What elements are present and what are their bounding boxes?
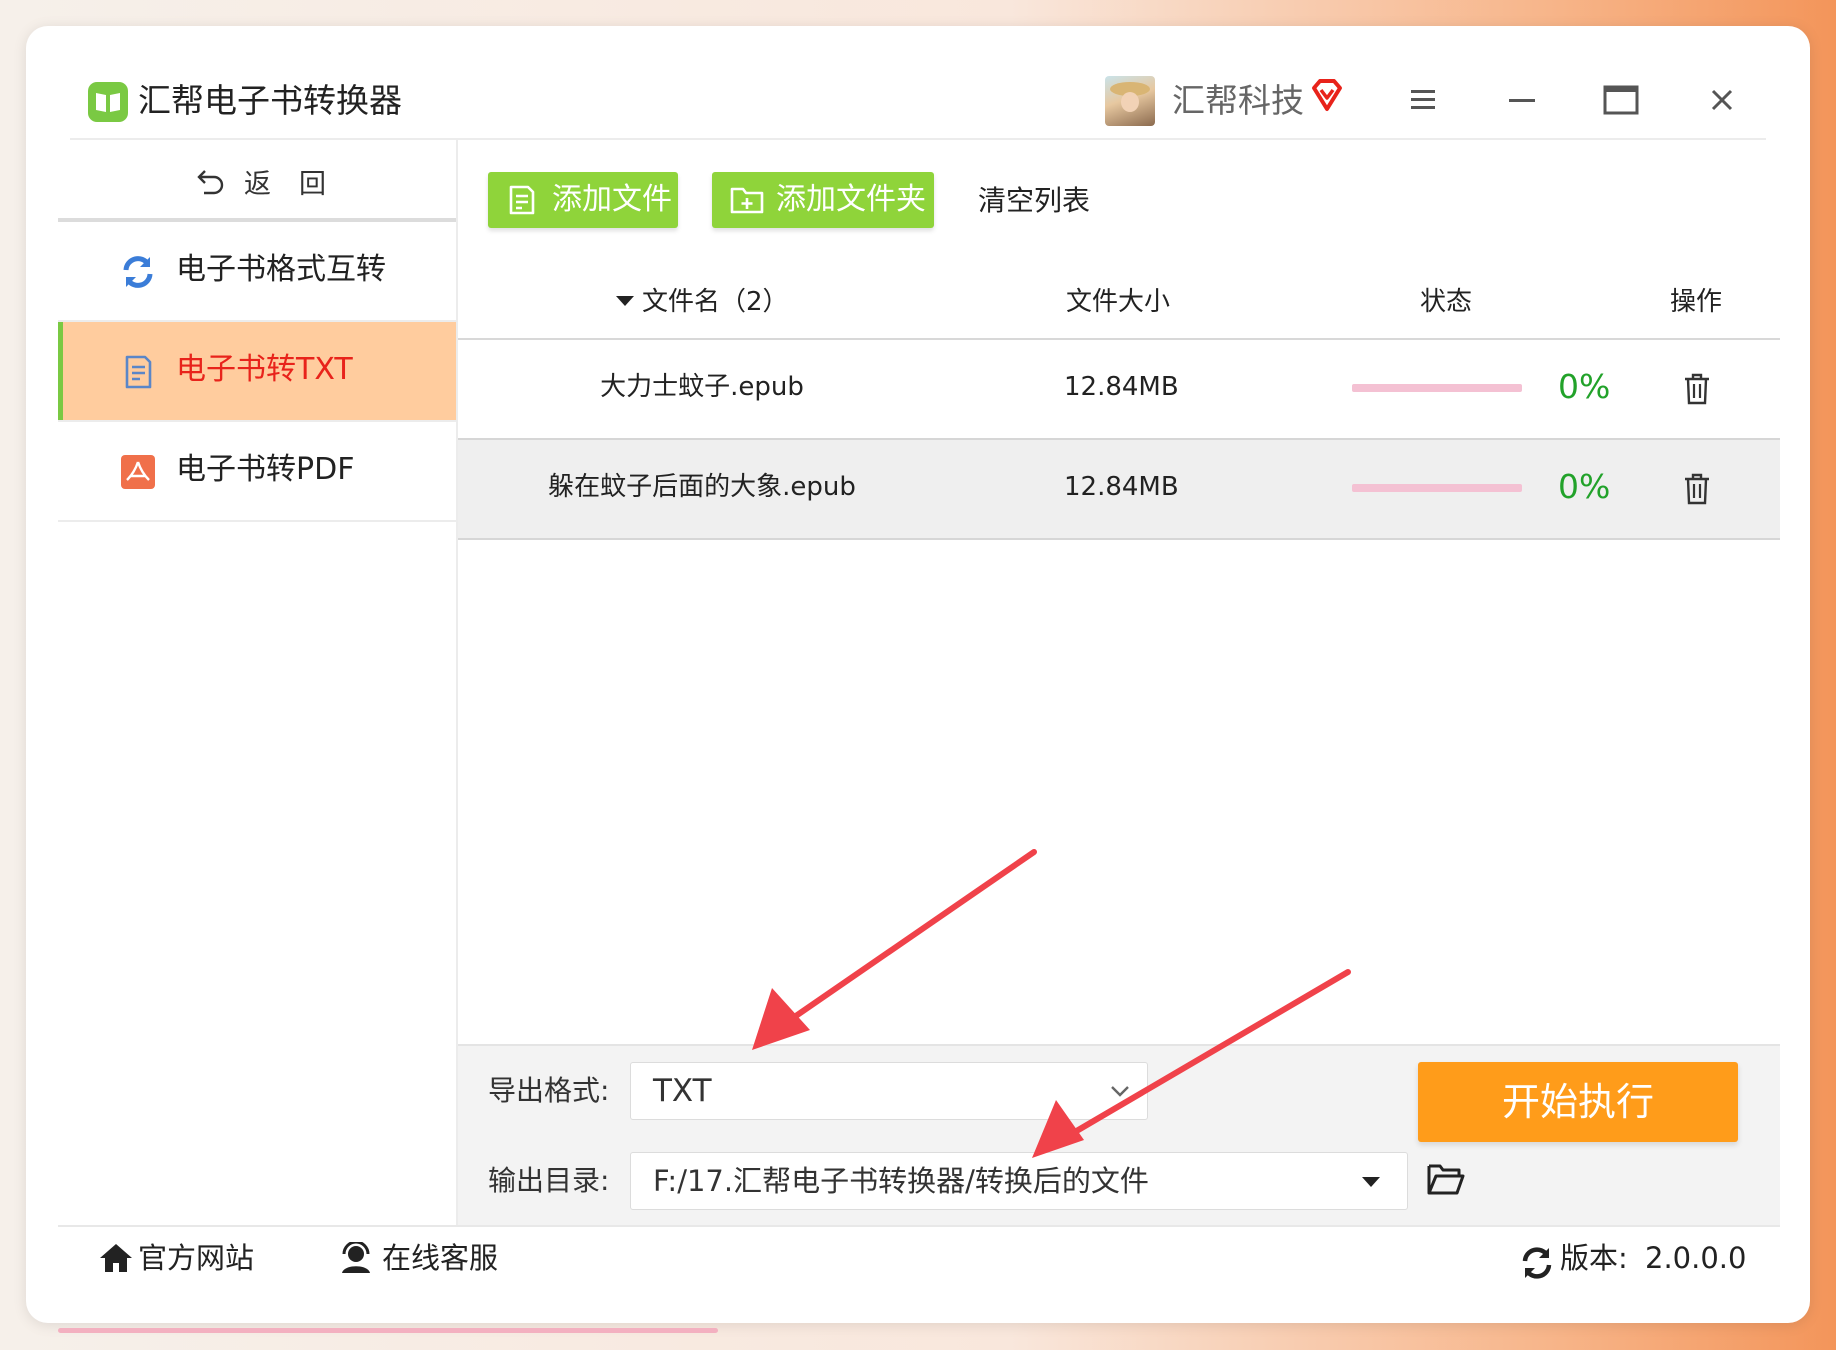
progress-bar (1352, 384, 1522, 392)
sidebar-item-to-txt[interactable]: 电子书转TXT (58, 322, 456, 422)
export-format-select[interactable]: TXT (630, 1062, 1148, 1120)
maximize-icon[interactable] (1596, 76, 1646, 124)
export-format-value: TXT (653, 1073, 712, 1109)
file-name: 大力士蚊子.epub (600, 372, 804, 402)
folder-open-icon[interactable] (1426, 1160, 1466, 1202)
add-file-label: 添加文件 (552, 182, 672, 217)
file-size: 12.84MB (1064, 372, 1179, 402)
output-dir-label: 输出目录: (488, 1164, 610, 1197)
support-label: 在线客服 (382, 1241, 499, 1275)
sidebar-item-label: 电子书格式互转 (176, 252, 386, 287)
table-row[interactable]: 大力士蚊子.epub 12.84MB 0% (458, 340, 1780, 440)
chevron-down-icon (1111, 1086, 1129, 1097)
sidebar-item-to-pdf[interactable]: 电子书转PDF (58, 422, 456, 522)
add-folder-button[interactable]: 添加文件夹 (712, 172, 934, 228)
file-name: 躲在蚊子后面的大象.epub (548, 472, 856, 502)
output-dir-value: F:/17.汇帮电子书转换器/转换后的文件 (653, 1164, 1149, 1198)
footer-divider (58, 1225, 1780, 1227)
back-label: 返回 (244, 169, 354, 200)
add-folder-icon (730, 187, 764, 214)
add-file-button[interactable]: 添加文件 (488, 172, 678, 228)
column-header-name[interactable]: 文件名（2） (616, 282, 789, 322)
update-icon (1522, 1247, 1552, 1279)
pdf-icon (120, 454, 156, 490)
progress-percent: 0% (1558, 367, 1611, 406)
clear-list-button[interactable]: 清空列表 (978, 180, 1090, 222)
refresh-icon (120, 254, 156, 290)
close-icon[interactable] (1697, 76, 1747, 124)
file-size: 12.84MB (1064, 472, 1179, 502)
dropdown-arrow-icon (1362, 1177, 1380, 1187)
back-arrow-icon (197, 170, 224, 195)
column-header-status: 状态 (1420, 287, 1473, 317)
app-title: 汇帮电子书转换器 (138, 81, 402, 120)
start-button[interactable]: 开始执行 (1418, 1062, 1738, 1142)
output-dir-select[interactable]: F:/17.汇帮电子书转换器/转换后的文件 (630, 1152, 1408, 1210)
app-logo-icon (88, 82, 128, 122)
column-header-action: 操作 (1670, 287, 1723, 317)
delete-icon[interactable] (1682, 372, 1712, 410)
add-file-icon (509, 185, 535, 215)
sidebar-item-label: 电子书转TXT (176, 352, 353, 387)
official-website-link[interactable]: 官方网站 (98, 1236, 254, 1280)
sort-down-icon (616, 296, 634, 306)
progress-percent: 0% (1558, 467, 1611, 506)
delete-icon[interactable] (1682, 472, 1712, 510)
online-support-link[interactable]: 在线客服 (338, 1236, 498, 1280)
table-row[interactable]: 躲在蚊子后面的大象.epub 12.84MB 0% (458, 440, 1780, 540)
user-avatar[interactable] (1105, 76, 1155, 126)
export-format-label: 导出格式: (488, 1074, 610, 1107)
sidebar-item-format-convert[interactable]: 电子书格式互转 (58, 222, 456, 322)
sidebar: 返回 电子书格式互转 电子书转TXT 电子书转PDF (58, 140, 456, 1225)
add-folder-label: 添加文件夹 (776, 182, 926, 217)
customer-service-icon (342, 1242, 370, 1273)
sidebar-item-label: 电子书转PDF (176, 452, 355, 487)
website-label: 官方网站 (138, 1241, 255, 1275)
version-label: 版本: (1560, 1241, 1628, 1275)
progress-bar (1352, 484, 1522, 492)
bottom-decoration (58, 1328, 718, 1333)
version-info[interactable]: 版本: 2.0.0.0 (1520, 1236, 1746, 1280)
user-name[interactable]: 汇帮科技 (1172, 78, 1304, 124)
column-header-size: 文件大小 (1066, 287, 1171, 317)
back-button[interactable]: 返回 (58, 140, 456, 220)
home-icon (100, 1244, 132, 1272)
menu-icon[interactable] (1398, 76, 1448, 124)
minimize-icon[interactable] (1497, 76, 1547, 124)
version-value: 2.0.0.0 (1645, 1241, 1747, 1275)
document-icon (120, 354, 156, 390)
vip-diamond-icon[interactable] (1308, 76, 1346, 118)
